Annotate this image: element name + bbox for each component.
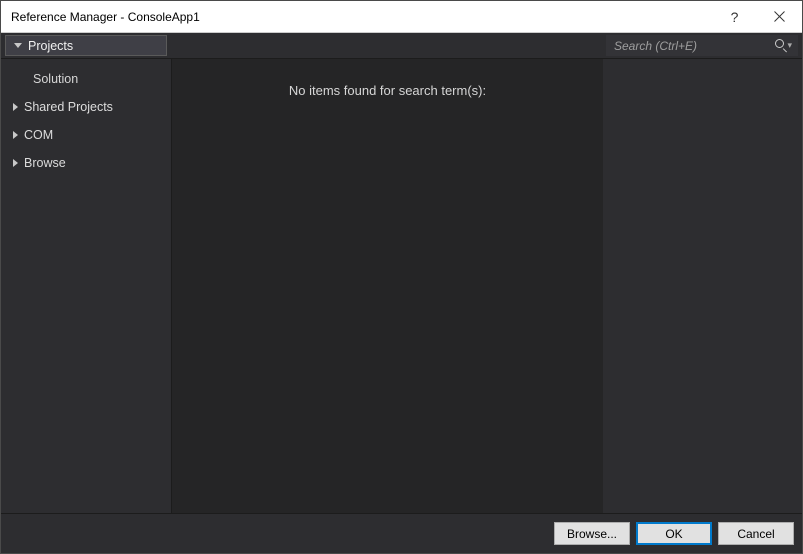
close-button[interactable] <box>757 1 802 32</box>
details-panel <box>603 59 802 513</box>
top-strip: Projects ▾ <box>1 33 802 59</box>
expand-down-icon <box>14 43 22 48</box>
category-projects-selected[interactable]: Projects <box>5 35 167 56</box>
expand-right-icon <box>13 159 18 167</box>
sidebar-item-label: Solution <box>33 72 78 86</box>
sidebar-item-browse[interactable]: Browse <box>1 149 171 177</box>
search-box[interactable]: ▾ <box>606 35 798 56</box>
ok-button[interactable]: OK <box>636 522 712 545</box>
titlebar: Reference Manager - ConsoleApp1 ? <box>1 1 802 33</box>
middle-area: Solution Shared Projects COM Browse No i… <box>1 59 802 513</box>
help-button[interactable]: ? <box>712 1 757 32</box>
empty-message: No items found for search term(s): <box>289 83 486 513</box>
sidebar-item-label: COM <box>24 128 53 142</box>
expand-right-icon <box>13 103 18 111</box>
search-icon[interactable] <box>775 39 783 53</box>
sidebar-sub-solution[interactable]: Solution <box>1 65 171 93</box>
sidebar: Solution Shared Projects COM Browse <box>1 59 171 513</box>
reference-manager-window: Reference Manager - ConsoleApp1 ? Projec… <box>0 0 803 554</box>
search-dropdown-icon[interactable]: ▾ <box>787 40 792 51</box>
category-label: Projects <box>28 39 73 53</box>
close-icon <box>774 11 785 22</box>
cancel-button[interactable]: Cancel <box>718 522 794 545</box>
browse-button[interactable]: Browse... <box>554 522 630 545</box>
sidebar-item-com[interactable]: COM <box>1 121 171 149</box>
content-panel: No items found for search term(s): <box>171 59 603 513</box>
window-title: Reference Manager - ConsoleApp1 <box>1 10 712 24</box>
sidebar-item-label: Browse <box>24 156 66 170</box>
search-input[interactable] <box>614 39 771 53</box>
bottom-bar: Browse... OK Cancel <box>1 513 802 553</box>
sidebar-item-label: Shared Projects <box>24 100 113 114</box>
expand-right-icon <box>13 131 18 139</box>
sidebar-item-shared-projects[interactable]: Shared Projects <box>1 93 171 121</box>
